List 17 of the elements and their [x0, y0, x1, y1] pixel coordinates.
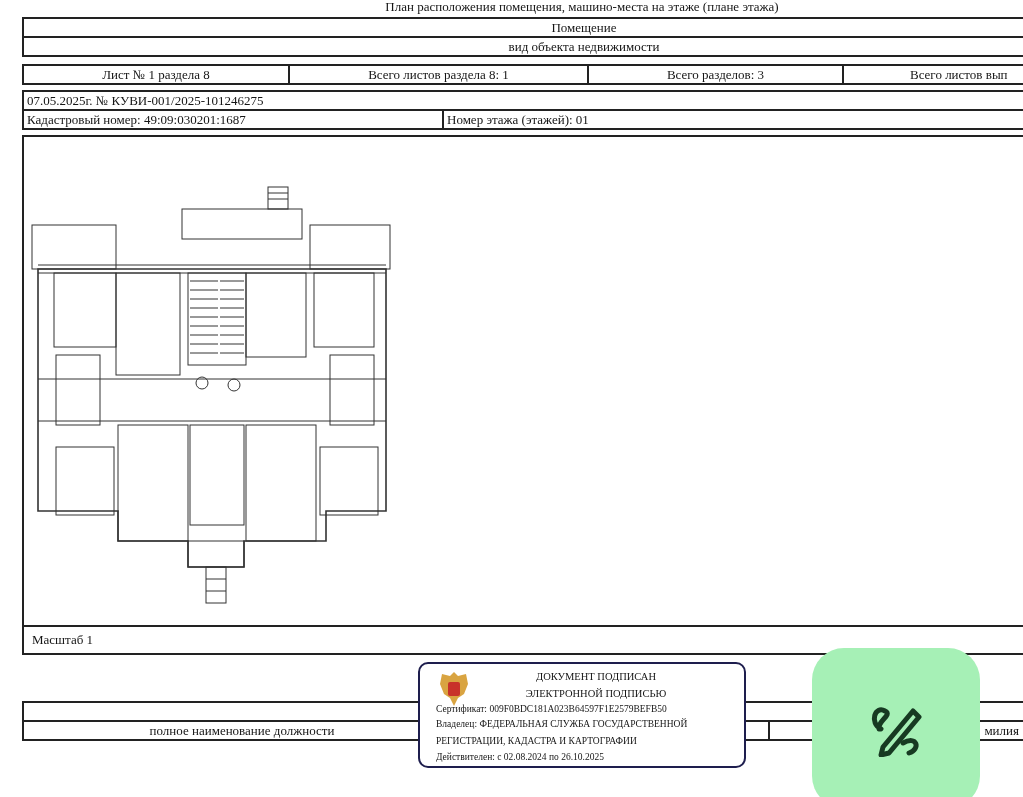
cadastral-number: Кадастровый номер: 49:09:030201:1687 [24, 111, 444, 128]
floor-number: Номер этажа (этажей): 01 [446, 111, 590, 128]
stamp-heading: ЭЛЕКТРОННОЙ ПОДПИСЬЮ [524, 687, 668, 701]
document-title: План расположения помещения, машино-места на этаже (плане этажа) [384, 0, 780, 15]
surname-caption: милия [983, 722, 1020, 739]
stamp-heading: ДОКУМЕНТ ПОДПИСАН [535, 670, 657, 684]
header-cell: вид объекта недвижимости [24, 36, 1023, 55]
table-cell-text: Всего листов вып [909, 66, 1009, 83]
certificate-owner: Владелец: ФЕДЕРАЛЬНАЯ СЛУЖБА ГОСУДАРСТВЕННОЙ РЕГИСТРАЦИИ, КАДАСТРА И КАРТОГРАФИИ [436, 717, 689, 748]
certificate-number: Сертификат: 009F0BDC181A023B64597F1E2579BEFB50 [436, 703, 668, 716]
extract-number: 07.05.2025г. № КУВИ-001/2025-101246275 [26, 92, 265, 109]
table-cell: Всего листов раздела 8: 1 [290, 66, 589, 83]
scale-label: Масштаб 1 [32, 631, 94, 649]
header-cell-text: Помещение [550, 19, 618, 36]
table-cell: Всего разделов: 3 [589, 66, 844, 83]
validity-period: Действителен: с 02.08.2024 по 26.10.2025 [436, 751, 605, 764]
table-cell: Лист № 1 раздела 8 [24, 66, 290, 83]
